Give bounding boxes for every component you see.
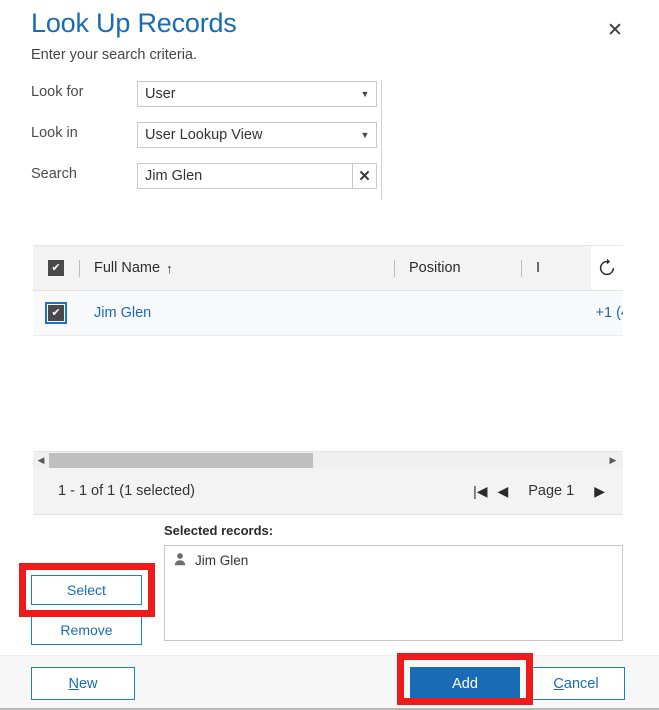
- column-separator: [79, 259, 80, 277]
- column-header-truncated[interactable]: I: [536, 260, 540, 276]
- add-button[interactable]: Add: [410, 667, 520, 700]
- cancel-button[interactable]: Cancel: [527, 667, 625, 700]
- page-number-label: Page 1: [528, 483, 575, 499]
- dialog-footer: New Add Cancel: [0, 655, 659, 710]
- look-in-value: User Lookup View: [145, 127, 263, 143]
- clear-search-icon[interactable]: ✕: [352, 164, 376, 188]
- select-all-checkbox[interactable]: ✔: [48, 260, 64, 276]
- search-criteria-form: Look for User ▼ Look in User Lookup View…: [0, 78, 659, 200]
- chevron-down-icon: ▼: [360, 130, 370, 140]
- sort-ascending-icon: ↑: [166, 260, 173, 276]
- horizontal-scrollbar[interactable]: ◀ ▶: [33, 451, 623, 468]
- remove-button[interactable]: Remove: [31, 615, 142, 645]
- new-button-label: ew: [78, 675, 98, 692]
- search-input-value: Jim Glen: [145, 168, 203, 184]
- look-in-select[interactable]: User Lookup View ▼: [137, 122, 377, 148]
- previous-page-icon[interactable]: ◀: [497, 483, 508, 500]
- look-for-value: User: [145, 86, 176, 102]
- column-separator: [394, 259, 395, 277]
- page-subtitle: Enter your search criteria.: [31, 47, 198, 63]
- scrollbar-thumb[interactable]: [49, 453, 313, 468]
- new-button-accel: N: [68, 675, 79, 692]
- scroll-left-icon[interactable]: ◀: [33, 455, 49, 466]
- cell-full-name[interactable]: Jim Glen: [94, 305, 408, 321]
- column-separator: [521, 259, 522, 277]
- results-grid: ✔ Full Name ↑ Position I ✔ Jim Glen +1 (…: [33, 245, 623, 515]
- first-page-icon[interactable]: |◀: [473, 483, 487, 500]
- look-for-label: Look for: [31, 84, 84, 100]
- column-header-full-name[interactable]: Full Name ↑: [94, 260, 394, 276]
- chevron-down-icon: ▼: [360, 89, 370, 99]
- close-icon[interactable]: ✕: [600, 16, 630, 44]
- cancel-button-label: ancel: [563, 675, 599, 692]
- column-header-truncated-label: I: [536, 260, 541, 276]
- selected-records-box[interactable]: Jim Glen: [164, 545, 623, 641]
- search-input[interactable]: Jim Glen ✕: [137, 163, 377, 189]
- person-icon: [173, 552, 187, 569]
- look-in-label: Look in: [31, 125, 78, 141]
- selected-records-label: Selected records:: [164, 523, 274, 538]
- select-button[interactable]: Select: [31, 575, 142, 605]
- lookup-records-dialog: Look Up Records Enter your search criter…: [0, 0, 659, 710]
- next-page-icon[interactable]: ▶: [594, 483, 605, 500]
- grid-footer: 1 - 1 of 1 (1 selected) |◀ ◀ Page 1 ▶: [33, 468, 623, 514]
- cell-phone[interactable]: +1 (4: [596, 305, 623, 321]
- column-header-full-name-label: Full Name: [94, 260, 161, 276]
- grid-empty-area: [33, 336, 623, 451]
- table-row[interactable]: ✔ Jim Glen +1 (4: [33, 291, 623, 336]
- grid-header-row: ✔ Full Name ↑ Position I: [33, 246, 623, 291]
- row-spacer: [79, 305, 80, 322]
- select-all-checkbox-cell: ✔: [33, 260, 79, 276]
- list-item[interactable]: Jim Glen: [173, 552, 614, 569]
- form-divider: [381, 80, 382, 200]
- pagination: |◀ ◀ Page 1 ▶: [473, 483, 605, 500]
- row-checkbox[interactable]: ✔: [45, 302, 67, 324]
- selected-record-name: Jim Glen: [195, 553, 249, 568]
- scroll-right-icon[interactable]: ▶: [605, 455, 621, 466]
- look-for-select[interactable]: User ▼: [137, 81, 377, 107]
- page-title: Look Up Records: [31, 8, 237, 38]
- row-checkbox-cell: ✔: [33, 302, 79, 324]
- cancel-button-accel: C: [553, 675, 564, 692]
- search-label: Search: [31, 166, 77, 182]
- column-header-position-label: Position: [409, 260, 461, 276]
- new-button[interactable]: New: [31, 667, 135, 700]
- refresh-icon[interactable]: [591, 246, 623, 290]
- column-header-position[interactable]: Position: [409, 260, 521, 276]
- record-count-text: 1 - 1 of 1 (1 selected): [58, 483, 196, 499]
